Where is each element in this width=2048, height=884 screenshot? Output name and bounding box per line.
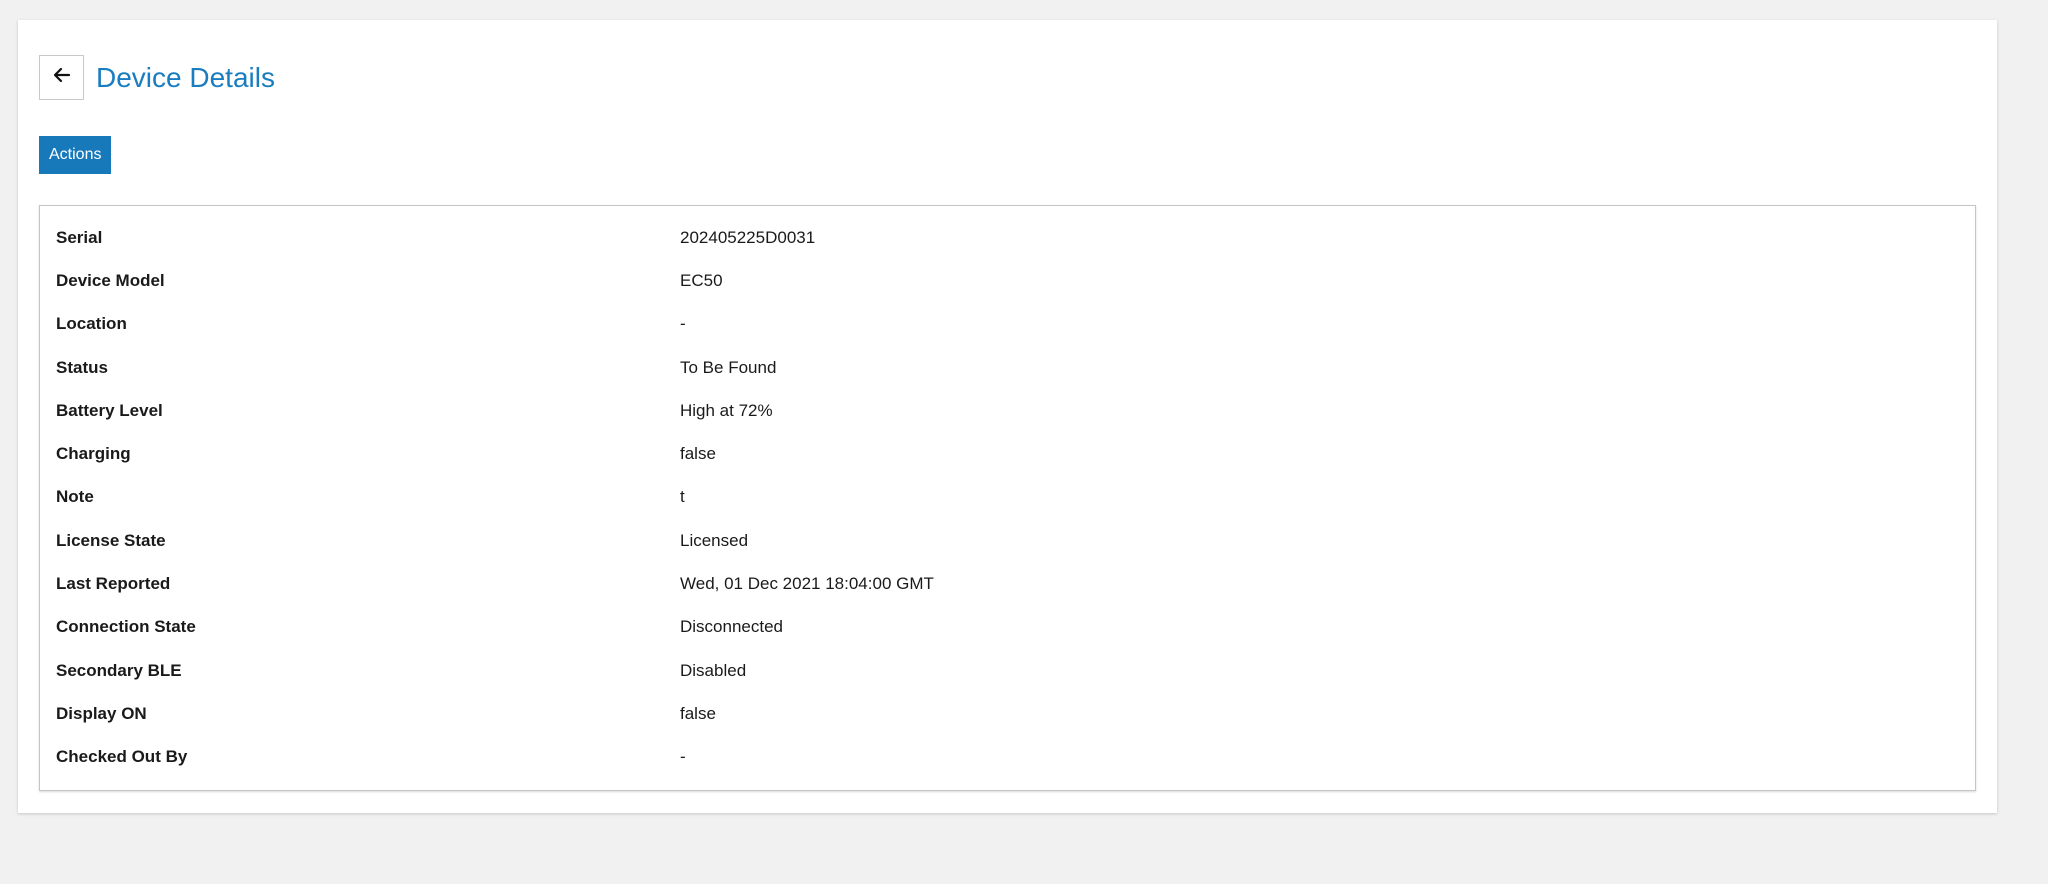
detail-label: Device Model [56, 270, 165, 290]
detail-row-charging: Charging false [40, 432, 1975, 475]
detail-label: Note [56, 487, 94, 507]
detail-row-serial: Serial 202405225D0031 [40, 216, 1975, 259]
detail-row-note: Note t [40, 476, 1975, 519]
detail-value: false [680, 703, 716, 723]
detail-value: Wed, 01 Dec 2021 18:04:00 GMT [680, 574, 934, 594]
detail-row-device-model: Device Model EC50 [40, 259, 1975, 302]
detail-label: Serial [56, 227, 103, 247]
detail-row-location: Location - [40, 303, 1975, 346]
page-header: Device Details [39, 55, 275, 100]
page-title: Device Details [96, 61, 275, 93]
detail-row-last-reported: Last Reported Wed, 01 Dec 2021 18:04:00 … [40, 562, 1975, 605]
arrow-left-icon [52, 65, 72, 90]
actions-button[interactable]: Actions [39, 136, 112, 174]
detail-row-display-on: Display ON false [40, 692, 1975, 735]
detail-value: To Be Found [680, 357, 777, 377]
detail-label: Charging [56, 444, 131, 464]
detail-value: Disconnected [680, 617, 784, 637]
detail-value: 202405225D0031 [680, 227, 816, 247]
back-button[interactable] [39, 55, 84, 100]
device-details-card: Device Details Actions Serial 202405225D… [18, 20, 1997, 813]
detail-row-status: Status To Be Found [40, 346, 1975, 389]
detail-value: - [680, 747, 686, 767]
detail-value: Licensed [680, 530, 749, 550]
detail-label: Display ON [56, 703, 147, 723]
detail-label: Battery Level [56, 400, 163, 420]
detail-row-license-state: License State Licensed [40, 519, 1975, 562]
detail-label: License State [56, 530, 166, 550]
detail-label: Secondary BLE [56, 660, 182, 680]
detail-label: Location [56, 314, 127, 334]
detail-row-secondary-ble: Secondary BLE Disabled [40, 649, 1975, 692]
detail-value: t [680, 487, 685, 507]
detail-label: Status [56, 357, 108, 377]
detail-value: false [680, 444, 716, 464]
detail-value: Disabled [680, 660, 747, 680]
detail-value: - [680, 314, 686, 334]
detail-row-checked-out-by: Checked Out By - [40, 736, 1975, 779]
details-panel: Serial 202405225D0031 Device Model EC50 … [39, 205, 1976, 791]
detail-value: EC50 [680, 270, 723, 290]
detail-label: Last Reported [56, 574, 171, 594]
detail-value: High at 72% [680, 400, 773, 420]
detail-row-battery-level: Battery Level High at 72% [40, 389, 1975, 432]
detail-label: Checked Out By [56, 747, 188, 767]
detail-label: Connection State [56, 617, 196, 637]
detail-row-connection-state: Connection State Disconnected [40, 606, 1975, 649]
